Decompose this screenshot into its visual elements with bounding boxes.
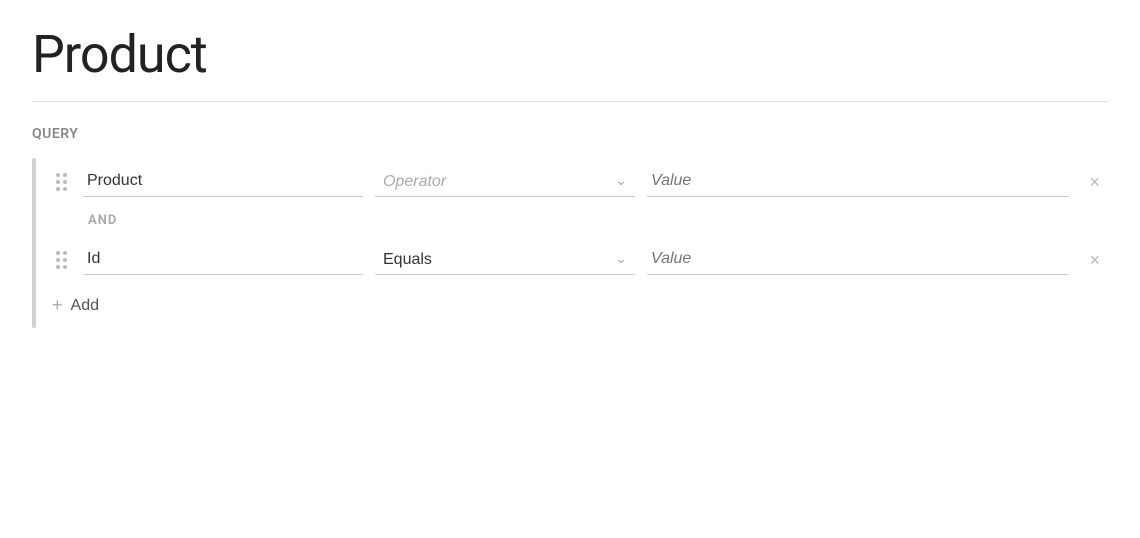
drag-dot <box>56 258 60 262</box>
add-row: + Add <box>52 283 1108 328</box>
drag-dot <box>63 251 67 255</box>
operator-select-1[interactable]: Operator Equals Not Equals Contains Star… <box>375 167 635 196</box>
query-row-1: Operator Equals Not Equals Contains Star… <box>52 158 1108 205</box>
drag-dots-1 <box>56 173 67 191</box>
add-condition-button[interactable]: + Add <box>52 291 99 320</box>
drag-dot <box>56 265 60 269</box>
drag-dots-2 <box>56 251 67 269</box>
remove-row-2-button[interactable]: × <box>1081 247 1108 273</box>
drag-dot <box>63 187 67 191</box>
query-rows: Operator Equals Not Equals Contains Star… <box>52 158 1108 328</box>
drag-dot <box>63 173 67 177</box>
field-input-1[interactable] <box>83 166 363 197</box>
drag-dot <box>56 173 60 177</box>
field-input-2[interactable] <box>83 244 363 275</box>
value-input-2[interactable] <box>647 244 1069 275</box>
section-divider <box>32 101 1108 102</box>
drag-dot <box>63 180 67 184</box>
remove-row-1-button[interactable]: × <box>1081 169 1108 195</box>
drag-dot <box>56 180 60 184</box>
page-container: Product Query <box>0 0 1140 352</box>
drag-handle-1[interactable] <box>52 169 71 195</box>
operator-wrapper-1: Operator Equals Not Equals Contains Star… <box>375 167 635 197</box>
query-left-border <box>32 158 36 328</box>
drag-dot <box>56 251 60 255</box>
drag-handle-2[interactable] <box>52 247 71 273</box>
drag-dot <box>63 258 67 262</box>
value-input-1[interactable] <box>647 166 1069 197</box>
add-icon: + <box>52 295 63 316</box>
operator-select-2[interactable]: Operator Equals Not Equals Greater Than … <box>375 245 635 274</box>
drag-dot <box>63 265 67 269</box>
query-body: Operator Equals Not Equals Contains Star… <box>32 158 1108 328</box>
operator-wrapper-2: Operator Equals Not Equals Greater Than … <box>375 245 635 275</box>
page-title: Product <box>32 24 1108 85</box>
query-row-2: Operator Equals Not Equals Greater Than … <box>52 236 1108 283</box>
add-label: Add <box>71 297 99 315</box>
drag-dot <box>56 187 60 191</box>
conjunction-label: AND <box>52 205 1108 236</box>
query-label: Query <box>32 126 1108 142</box>
